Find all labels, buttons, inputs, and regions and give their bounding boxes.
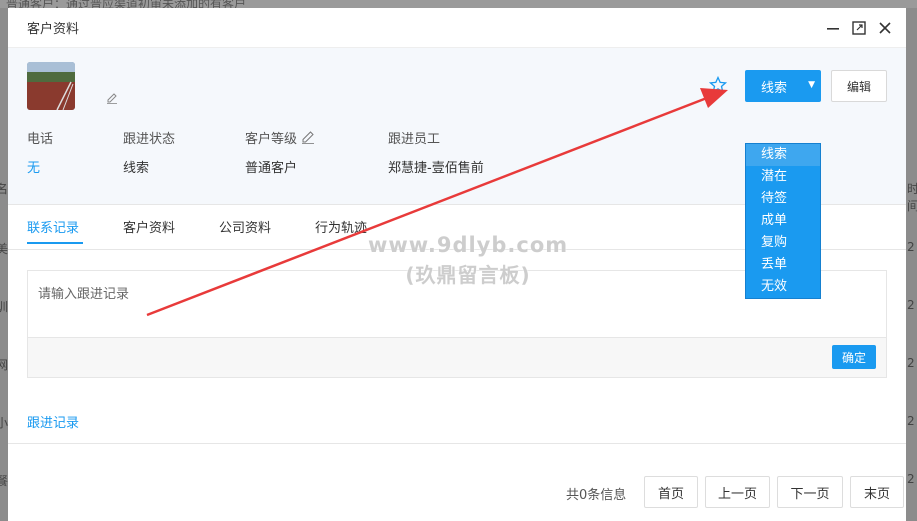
pagination-info: 共0条信息 <box>566 488 627 503</box>
background-cell: 训 <box>0 300 9 314</box>
window-controls <box>820 15 898 41</box>
background-cell: 网 <box>0 358 9 372</box>
background-cell: 小 <box>0 416 9 430</box>
minimize-button[interactable] <box>820 15 846 41</box>
maximize-icon <box>852 20 866 35</box>
maximize-button[interactable] <box>846 15 872 41</box>
background-cell: 2 <box>907 414 915 428</box>
background-header-text: 普通客户：通过普应渠道初审未添加的有客户 <box>0 0 917 8</box>
field-label: 跟进状态 <box>123 131 176 147</box>
field-value: 普通客户 <box>245 161 298 176</box>
customer-profile-modal: 客户资料 线索 ▼ 编辑 电话 无 跟进状态 线索 客户等级 普通客户 跟进员工… <box>8 8 906 521</box>
next-page-button[interactable]: 下一页 <box>777 476 843 508</box>
favorite-button[interactable] <box>708 75 728 98</box>
tab-contact-records[interactable]: 联系记录 <box>27 217 79 236</box>
customer-fields: 电话 无 跟进状态 线索 客户等级 普通客户 跟进员工 郑慧捷-壹佰售前 <box>27 128 547 188</box>
follow-records-title[interactable]: 跟进记录 <box>27 412 79 431</box>
avatar[interactable] <box>27 62 75 110</box>
status-option[interactable]: 潜在 <box>746 166 820 188</box>
tab-behavior-trail[interactable]: 行为轨迹 <box>315 217 367 236</box>
status-select-button[interactable]: 线索 ▼ <box>745 70 821 102</box>
status-option[interactable]: 复购 <box>746 232 820 254</box>
field-customer-level: 客户等级 普通客户 <box>245 128 315 176</box>
background-cell: 2 <box>907 240 915 254</box>
background-cell: 2 <box>907 472 915 486</box>
status-option[interactable]: 线索 <box>746 144 820 166</box>
prev-page-button[interactable]: 上一页 <box>705 476 770 508</box>
customer-info-panel: 线索 ▼ 编辑 电话 无 跟进状态 线索 客户等级 普通客户 跟进员工 郑慧捷-… <box>8 48 906 299</box>
status-select-label: 线索 <box>761 80 788 96</box>
background-left-column: 名 美 训 网 小 餐 <box>0 0 8 521</box>
pagination: 共0条信息 首页 上一页 下一页 末页 <box>8 476 906 508</box>
field-value: 线索 <box>123 161 150 176</box>
divider <box>8 443 906 444</box>
background-cell: 餐 <box>0 474 9 488</box>
background-right-column: 时间 2 2 2 2 2 <box>906 0 917 521</box>
avatar-image <box>27 62 75 110</box>
pencil-icon[interactable] <box>301 130 315 144</box>
field-label-row: 客户等级 <box>245 128 315 147</box>
first-page-button[interactable]: 首页 <box>644 476 698 508</box>
pencil-icon <box>107 93 117 104</box>
close-button[interactable] <box>872 15 898 41</box>
caret-down-icon: ▼ <box>808 80 815 90</box>
modal-header: 客户资料 <box>8 8 906 48</box>
field-phone: 电话 无 <box>27 128 54 177</box>
background-cell: 时间 <box>907 182 917 213</box>
field-label: 客户等级 <box>245 131 298 147</box>
active-tab-indicator <box>27 242 83 244</box>
tab-customer-profile[interactable]: 客户资料 <box>123 217 175 236</box>
star-icon <box>708 75 728 93</box>
tab-company-profile[interactable]: 公司资料 <box>219 217 271 236</box>
close-icon <box>879 21 891 34</box>
field-value[interactable]: 无 <box>27 157 53 176</box>
confirm-button[interactable]: 确定 <box>832 345 876 369</box>
field-follow-staff: 跟进员工 郑慧捷-壹佰售前 <box>388 128 484 177</box>
follow-record-footer: 确定 <box>28 338 886 377</box>
status-option[interactable]: 丢单 <box>746 254 820 276</box>
status-option[interactable]: 待签 <box>746 188 820 210</box>
status-option[interactable]: 无效 <box>746 276 820 298</box>
background-cell: 美 <box>0 242 9 256</box>
minimize-icon <box>827 27 839 30</box>
background-cell: 名 <box>0 182 9 196</box>
modal-title: 客户资料 <box>27 22 80 37</box>
background-cell: 2 <box>907 298 915 312</box>
background-cell: 2 <box>907 356 915 370</box>
field-label: 电话 <box>27 131 54 147</box>
field-value: 郑慧捷-壹佰售前 <box>388 161 484 176</box>
field-follow-status: 跟进状态 线索 <box>123 128 176 177</box>
status-dropdown-menu: 线索 潜在 待签 成单 复购 丢单 无效 <box>745 143 821 299</box>
status-option[interactable]: 成单 <box>746 210 820 232</box>
edit-button[interactable]: 编辑 <box>831 70 887 102</box>
last-page-button[interactable]: 末页 <box>850 476 904 508</box>
field-label: 跟进员工 <box>388 131 441 147</box>
edit-avatar-button[interactable] <box>106 92 118 108</box>
